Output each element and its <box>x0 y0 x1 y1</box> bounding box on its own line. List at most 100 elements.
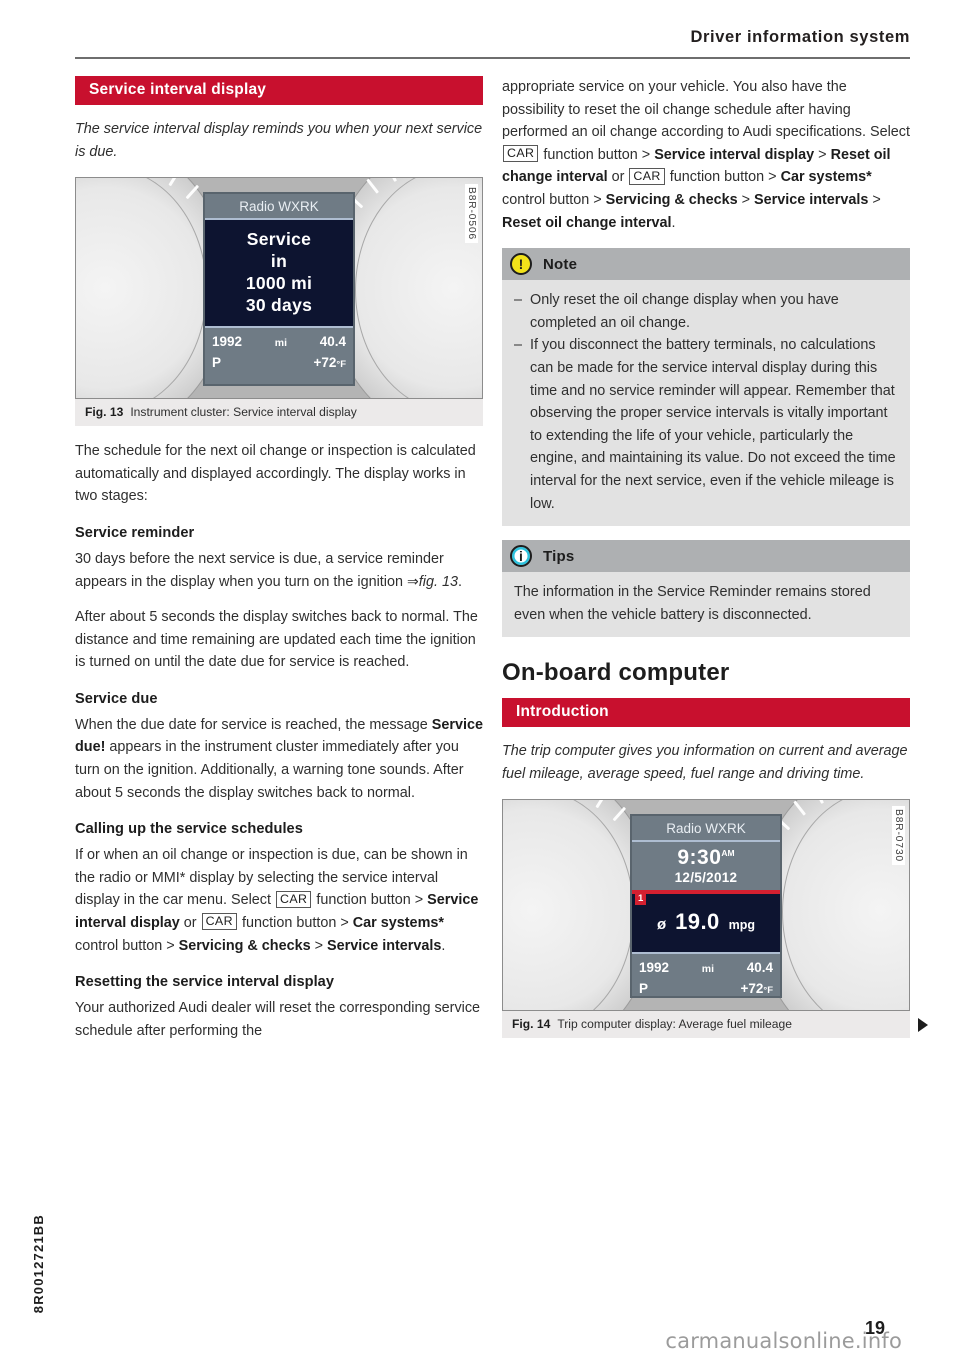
rpara-text-c: > <box>814 146 831 163</box>
trip-screen-time: 9:30AM <box>632 846 780 870</box>
tips-callout-header: i Tips <box>502 540 910 573</box>
manual-page: Driver information system Service interv… <box>0 0 960 1361</box>
figure-13: Radio WXRK Service in 1000 mi 30 days 19… <box>75 177 483 426</box>
exclamation-icon: ! <box>510 253 532 276</box>
note-callout: ! Note Only reset the oil change display… <box>502 248 910 527</box>
introduction-lead-text: The trip computer gives you information … <box>502 743 908 782</box>
screen-radio-title: Radio WXRK <box>205 194 353 220</box>
para5-text-d: function button > <box>237 914 353 931</box>
figure-13-caption: Fig. 13 Instrument cluster: Service inte… <box>75 399 483 426</box>
screen-status-bar: 1992 mi 40.4 P +72°F <box>205 328 353 379</box>
screen-temperature-unit: °F <box>336 359 346 370</box>
para5-text-c: or <box>179 914 201 931</box>
rpara-text-g: > <box>737 191 754 208</box>
trip-screen-status-row-2: P +72°F <box>639 979 773 1000</box>
left-column: Service interval display The service int… <box>75 76 483 1054</box>
car-function-button-key-2[interactable]: CAR <box>201 913 237 931</box>
para4-text-a: When the due date for service is reached… <box>75 716 432 733</box>
trip-screen-status-bar: 1992 mi 40.4 P +72°F <box>632 954 780 1005</box>
trip-screen-temperature-value: +72 <box>740 981 764 997</box>
arrow-ref-icon: ⇒ <box>407 573 419 590</box>
screen-odometer: 1992 <box>212 334 243 349</box>
para2-end: . <box>457 574 462 591</box>
figure-14-caption: Fig. 14 Trip computer display: Average f… <box>502 1011 910 1039</box>
info-icon: i <box>510 545 532 568</box>
rpara-text-a: appropriate service on your vehicle. You… <box>502 79 910 141</box>
para2-text: 30 days before the next service is due, … <box>75 550 444 591</box>
tips-text: The information in the Service Reminder … <box>514 584 871 623</box>
trip-screen-time-suffix: AM <box>721 848 735 859</box>
trip-screen-temperature-unit: °F <box>763 985 773 997</box>
rpara-bold-3: Car systems* <box>780 169 872 186</box>
trip-screen-clock: 9:30AM 12/5/2012 <box>632 842 780 890</box>
screen-gear: P <box>212 355 222 370</box>
para5-bold-4: Service intervals <box>327 937 442 954</box>
tips-callout-title: Tips <box>543 547 575 565</box>
rpara-text-b: function button > <box>539 146 655 163</box>
section-lead-text: The service interval display reminds you… <box>75 121 483 160</box>
figure-14-code: B8R-0730 <box>892 806 905 866</box>
right-column: appropriate service on your vehicle. You… <box>502 76 928 1052</box>
paragraph-appropriate-service: appropriate service on your vehicle. You… <box>502 76 910 234</box>
car-function-button-key-1[interactable]: CAR <box>275 890 312 908</box>
trip-screen-mpg-value: 19.0 <box>675 909 720 935</box>
figure-14: Radio WXRK 9:30AM 12/5/2012 1 ø 19.0 mpg <box>502 799 928 1039</box>
trip-screen-average-mileage: ø 19.0 mpg <box>632 894 780 952</box>
trip-screen-odometer: 1992 <box>639 960 670 976</box>
tips-callout-body: The information in the Service Reminder … <box>502 572 910 638</box>
trip-screen-range: 40.4 <box>746 960 773 976</box>
para2-figure-ref: fig. 13 <box>418 574 458 591</box>
rpara-text-h: > <box>868 191 881 208</box>
car-function-button-key-4[interactable]: CAR <box>629 167 665 185</box>
screen-range: 40.4 <box>319 334 346 349</box>
watermark: carmanualsonline.info <box>665 1329 902 1353</box>
heading-service-due: Service due <box>75 690 158 707</box>
heading-resetting-service-interval-display: Resetting the service interval display <box>75 974 335 991</box>
trip-screen-odometer-unit: mi <box>701 963 715 976</box>
paragraph-after-5-seconds: After about 5 seconds the display switch… <box>75 608 478 671</box>
rpara-text-f: control button > <box>502 191 606 208</box>
trip-screen-temperature: +72°F <box>740 979 773 1000</box>
header-rule <box>75 57 910 59</box>
screen-temperature-value: +72 <box>313 355 337 370</box>
section-heading-introduction: Introduction <box>502 698 910 728</box>
rpara-text-i: . <box>671 214 676 231</box>
figure-13-caption-text: Instrument cluster: Service interval dis… <box>130 405 357 419</box>
list-item: Only reset the oil change display when y… <box>514 289 898 334</box>
figure-14-caption-text: Trip computer display: Average fuel mile… <box>557 1017 792 1032</box>
rpara-bold-1: Service interval display <box>654 146 815 163</box>
trip-screen-mpg-panel: 1 ø 19.0 mpg <box>632 890 780 955</box>
trip-screen-date: 12/5/2012 <box>674 870 738 886</box>
rpara-bold-5: Service intervals <box>754 191 869 208</box>
note-callout-title: Note <box>543 255 578 273</box>
para5-bold-2: Car systems* <box>352 914 444 931</box>
screen-service-message: Service in 1000 mi 30 days <box>205 220 353 328</box>
cluster-screen-service-interval: Radio WXRK Service in 1000 mi 30 days 19… <box>203 192 355 386</box>
note-callout-body: Only reset the oil change display when y… <box>502 280 910 527</box>
trip-screen-radio-title: Radio WXRK <box>632 816 780 843</box>
heading-service-reminder: Service reminder <box>75 524 195 541</box>
screen-odometer-unit: mi <box>274 337 288 349</box>
figure-13-image: Radio WXRK Service in 1000 mi 30 days 19… <box>75 177 483 399</box>
trip-screen-time-value: 9:30 <box>677 846 722 870</box>
car-function-button-key-3[interactable]: CAR <box>503 145 539 163</box>
trip-screen-mpg-unit: mpg <box>728 918 755 933</box>
paragraph-resetting: Your authorized Audi dealer will reset t… <box>75 1000 481 1039</box>
figure-13-code: B8R-0506 <box>465 184 478 244</box>
section-heading-service-interval-display: Service interval display <box>75 76 483 105</box>
chapter-title-on-board-computer: On-board computer <box>502 659 730 687</box>
para5-text-e: control button > <box>75 937 179 954</box>
running-head: Driver information system <box>690 28 910 46</box>
rpara-text-d: or <box>607 169 629 186</box>
paragraph-service-reminder: 30 days before the next service is due, … <box>75 548 483 594</box>
rpara-bold-4: Servicing & checks <box>605 191 738 208</box>
screen-service-line-2: in <box>270 251 288 271</box>
figure-14-image: Radio WXRK 9:30AM 12/5/2012 1 ø 19.0 mpg <box>502 799 910 1012</box>
paragraph-calling-up: If or when an oil change or inspection i… <box>75 844 483 957</box>
note-callout-header: ! Note <box>502 248 910 281</box>
screen-temperature: +72°F <box>313 353 346 374</box>
continuation-triangle-icon <box>918 1018 928 1033</box>
figure-13-caption-number: Fig. 13 <box>85 405 124 419</box>
para5-text-b: function button > <box>312 892 428 909</box>
screen-status-row-2: P +72°F <box>212 353 346 374</box>
